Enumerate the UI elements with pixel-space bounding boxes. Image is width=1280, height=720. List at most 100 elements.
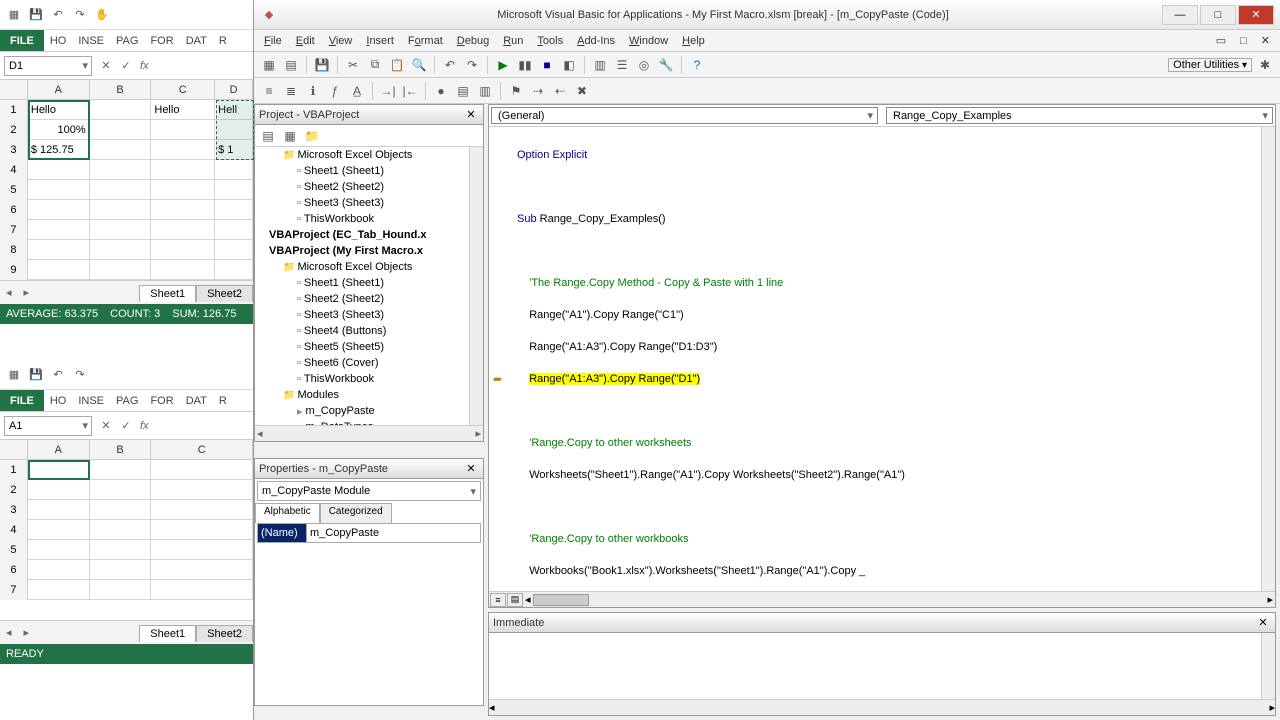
comment-block-icon[interactable]: ▤ xyxy=(454,82,472,100)
col-header[interactable]: A xyxy=(28,80,90,99)
cell[interactable] xyxy=(90,160,152,180)
find-icon[interactable]: 🔍 xyxy=(410,56,428,74)
redo-icon[interactable]: ↷ xyxy=(72,367,88,383)
col-header[interactable]: D xyxy=(215,80,253,99)
tree-node[interactable]: Sheet1 (Sheet1) xyxy=(255,163,469,179)
cell[interactable]: Hello xyxy=(28,100,90,120)
object-combo[interactable]: (General) xyxy=(491,107,878,124)
undo-icon[interactable]: ↶ xyxy=(50,367,66,383)
scrollbar-horizontal[interactable]: ◂▸ xyxy=(489,699,1275,715)
cell[interactable] xyxy=(151,580,253,600)
bookmark-icon[interactable]: ⚑ xyxy=(507,82,525,100)
tab-nav-prev-icon[interactable]: ◂ xyxy=(0,286,18,299)
ribbon-tab[interactable]: R xyxy=(213,390,233,411)
view-object-icon[interactable]: ▦ xyxy=(281,127,299,145)
row-header[interactable]: 4 xyxy=(0,520,28,540)
tab-alphabetic[interactable]: Alphabetic xyxy=(255,503,320,523)
cell[interactable] xyxy=(151,540,253,560)
tools-icon[interactable]: ✱ xyxy=(1256,56,1274,74)
help-icon[interactable]: ? xyxy=(688,56,706,74)
scrollbar-vertical[interactable] xyxy=(1261,633,1275,699)
cell[interactable] xyxy=(151,200,215,220)
design-mode-icon[interactable]: ◧ xyxy=(560,56,578,74)
ribbon-tab[interactable]: DAT xyxy=(180,30,213,51)
full-module-view-icon[interactable]: ▤ xyxy=(507,593,523,607)
cancel-icon[interactable]: ✕ xyxy=(96,419,116,432)
cell[interactable] xyxy=(90,220,152,240)
view-excel-icon[interactable]: ▦ xyxy=(260,56,278,74)
cell[interactable] xyxy=(151,560,253,580)
row-header[interactable]: 2 xyxy=(0,480,28,500)
tree-node[interactable]: Sheet4 (Buttons) xyxy=(255,323,469,339)
cell[interactable]: Hell xyxy=(215,100,253,120)
menu-edit[interactable]: Edit xyxy=(296,35,315,47)
cell[interactable] xyxy=(215,160,253,180)
cell[interactable] xyxy=(151,140,215,160)
reset-icon[interactable]: ■ xyxy=(538,56,556,74)
col-header[interactable]: B xyxy=(90,80,152,99)
cell[interactable] xyxy=(28,540,90,560)
tab-categorized[interactable]: Categorized xyxy=(320,503,392,523)
tree-node[interactable]: Sheet1 (Sheet1) xyxy=(255,275,469,291)
cell[interactable] xyxy=(90,480,152,500)
cell[interactable] xyxy=(90,200,152,220)
worksheet-grid[interactable]: A B C 1 2 3 4 5 6 7 xyxy=(0,440,253,620)
cell[interactable] xyxy=(215,220,253,240)
cell[interactable] xyxy=(151,500,253,520)
cell[interactable] xyxy=(90,520,152,540)
enter-icon[interactable]: ✓ xyxy=(116,419,136,432)
menu-addins[interactable]: Add-Ins xyxy=(577,35,615,47)
list-properties-icon[interactable]: ≡ xyxy=(260,82,278,100)
cell[interactable] xyxy=(28,260,90,280)
object-browser-icon[interactable]: ◎ xyxy=(635,56,653,74)
cell[interactable] xyxy=(28,500,90,520)
cell[interactable] xyxy=(151,520,253,540)
sheet-tab[interactable]: Sheet2 xyxy=(196,285,253,302)
row-header[interactable]: 2 xyxy=(0,120,28,140)
properties-icon[interactable]: ☰ xyxy=(613,56,631,74)
parameter-info-icon[interactable]: ƒ xyxy=(326,82,344,100)
tree-node[interactable]: ThisWorkbook xyxy=(255,211,469,227)
save-icon[interactable]: 💾 xyxy=(313,56,331,74)
menu-tools[interactable]: Tools xyxy=(537,35,563,47)
cell[interactable] xyxy=(151,260,215,280)
row-header[interactable]: 5 xyxy=(0,540,28,560)
undo-icon[interactable]: ↶ xyxy=(441,56,459,74)
close-icon[interactable]: ✕ xyxy=(463,461,479,477)
tree-node[interactable]: Microsoft Excel Objects xyxy=(255,259,469,275)
cell[interactable] xyxy=(28,480,90,500)
ribbon-tab[interactable]: INSE xyxy=(72,30,110,51)
cell[interactable] xyxy=(215,120,253,140)
col-header[interactable]: A xyxy=(28,440,90,459)
cell[interactable] xyxy=(90,460,152,480)
cell[interactable] xyxy=(90,140,152,160)
ribbon-tab[interactable]: R xyxy=(213,30,233,51)
cell[interactable] xyxy=(151,220,215,240)
tree-node[interactable]: Sheet3 (Sheet3) xyxy=(255,195,469,211)
col-header[interactable]: C xyxy=(151,80,215,99)
col-header[interactable]: C xyxy=(151,440,253,459)
sheet-tab[interactable]: Sheet1 xyxy=(139,625,196,642)
tree-node[interactable]: Sheet6 (Cover) xyxy=(255,355,469,371)
cell[interactable] xyxy=(151,160,215,180)
outdent-icon[interactable]: |← xyxy=(401,82,419,100)
project-tree[interactable]: Microsoft Excel ObjectsSheet1 (Sheet1)Sh… xyxy=(255,147,469,425)
menu-debug[interactable]: Debug xyxy=(457,35,489,47)
clear-bookmarks-icon[interactable]: ✖ xyxy=(573,82,591,100)
procedure-combo[interactable]: Range_Copy_Examples xyxy=(886,107,1273,124)
undo-icon[interactable]: ↶ xyxy=(50,7,66,23)
scrollbar-horizontal[interactable]: ◂▸ xyxy=(255,425,483,441)
toggle-folders-icon[interactable]: 📁 xyxy=(303,127,321,145)
cell[interactable] xyxy=(151,480,253,500)
scroll-thumb[interactable] xyxy=(533,594,589,606)
cell[interactable] xyxy=(151,240,215,260)
breakpoint-icon[interactable]: ● xyxy=(432,82,450,100)
row-header[interactable]: 7 xyxy=(0,220,28,240)
prev-bookmark-icon[interactable]: ⇠ xyxy=(551,82,569,100)
tab-nav-prev-icon[interactable]: ◂ xyxy=(0,626,18,639)
indent-icon[interactable]: →| xyxy=(379,82,397,100)
quick-info-icon[interactable]: ℹ xyxy=(304,82,322,100)
redo-icon[interactable]: ↷ xyxy=(72,7,88,23)
cell[interactable] xyxy=(151,460,253,480)
cell[interactable] xyxy=(215,180,253,200)
